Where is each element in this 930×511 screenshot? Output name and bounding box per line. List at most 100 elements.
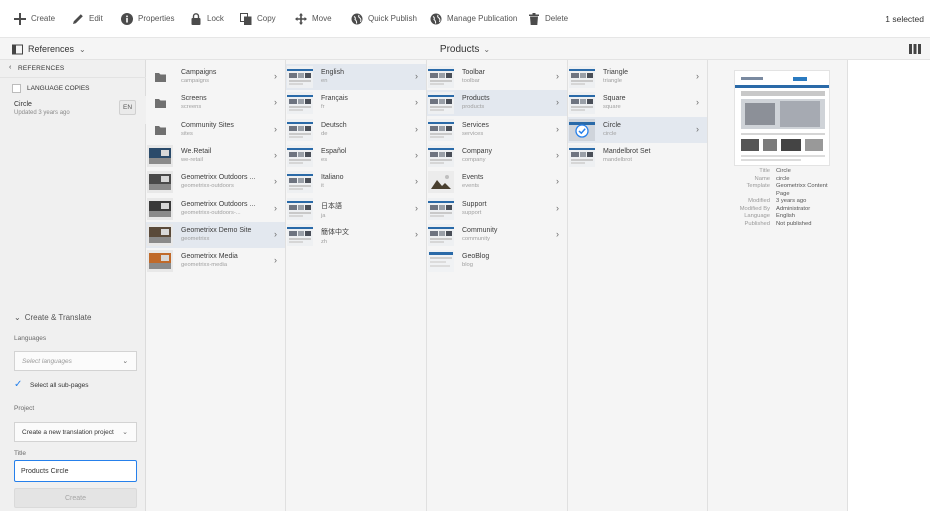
- chevron-right-icon[interactable]: ›: [556, 229, 559, 239]
- language-item[interactable]: Italiano it ›: [286, 169, 426, 195]
- edit-label: Edit: [89, 14, 103, 23]
- site-item[interactable]: Community Sites sites ›: [146, 117, 285, 143]
- quick-publish-button[interactable]: Quick Publish: [351, 0, 417, 38]
- chevron-down-icon: ⌄: [14, 313, 21, 322]
- english-page-item-name: company: [462, 156, 486, 163]
- title-input[interactable]: [14, 460, 137, 482]
- chevron-right-icon[interactable]: ›: [556, 203, 559, 213]
- english-page-item[interactable]: Support support ›: [427, 196, 567, 222]
- references-back-link[interactable]: ‹ REFERENCES: [0, 60, 146, 78]
- chevron-right-icon[interactable]: ›: [274, 255, 277, 265]
- chevron-right-icon[interactable]: ›: [415, 203, 418, 213]
- english-page-item-title: Support: [462, 200, 487, 208]
- english-page-item[interactable]: Company company ›: [427, 143, 567, 169]
- chevron-right-icon[interactable]: ›: [696, 71, 699, 81]
- site-item-title: Geometrixx Demo Site: [181, 226, 252, 234]
- site-item-title: Campaigns: [181, 69, 217, 76]
- chevron-right-icon[interactable]: ›: [556, 97, 559, 107]
- site-item[interactable]: Geometrixx Demo Site geometrixx ›: [146, 221, 285, 248]
- product-item[interactable]: Triangle triangle ›: [568, 64, 707, 90]
- copy-button[interactable]: Copy: [240, 0, 276, 38]
- language-item-title: Italiano: [321, 174, 344, 182]
- languages-label: Languages: [14, 335, 47, 342]
- select-all-subpages-checkbox[interactable]: ✓ Select all sub-pages: [14, 380, 89, 390]
- chevron-right-icon[interactable]: ›: [556, 71, 559, 81]
- edit-button[interactable]: Edit: [72, 0, 103, 38]
- move-icon: [295, 12, 307, 25]
- column-view-icon[interactable]: [908, 42, 922, 56]
- metadata-key: Title: [759, 168, 770, 174]
- metadata-row: Modified By Administrator: [708, 206, 848, 214]
- language-item[interactable]: English en ›: [286, 64, 426, 90]
- language-item[interactable]: Español es ›: [286, 143, 426, 169]
- chevron-right-icon[interactable]: ›: [696, 124, 699, 134]
- english-page-item[interactable]: Services services ›: [427, 117, 567, 143]
- chevron-right-icon[interactable]: ›: [415, 97, 418, 107]
- references-rail: ‹ REFERENCES LANGUAGE COPIES Circle Upda…: [0, 60, 146, 511]
- metadata-key: Language: [744, 213, 770, 219]
- chevron-right-icon[interactable]: ›: [415, 229, 418, 239]
- create-translate-toggle[interactable]: ⌄ Create & Translate: [14, 313, 91, 322]
- chevron-right-icon[interactable]: ›: [556, 176, 559, 186]
- english-page-item[interactable]: Community community ›: [427, 222, 567, 248]
- chevron-right-icon[interactable]: ›: [696, 97, 699, 107]
- chevron-right-icon[interactable]: ›: [274, 97, 277, 107]
- chevron-right-icon[interactable]: ›: [556, 150, 559, 160]
- page-title[interactable]: Products: [440, 44, 479, 55]
- site-item[interactable]: Screens screens ›: [146, 90, 285, 116]
- product-item-text: Triangle triangle: [603, 69, 628, 84]
- chevron-right-icon[interactable]: ›: [415, 124, 418, 134]
- rail-selector[interactable]: References ⌄: [12, 38, 86, 60]
- language-item[interactable]: 簡体中文 zh ›: [286, 222, 426, 248]
- product-item[interactable]: Circle circle ›: [568, 116, 707, 143]
- page-thumbnail-icon: [569, 92, 595, 115]
- site-item[interactable]: We.Retail we-retail ›: [146, 143, 285, 169]
- delete-label: Delete: [545, 14, 569, 23]
- chevron-right-icon[interactable]: ›: [415, 150, 418, 160]
- chevron-right-icon[interactable]: ›: [274, 150, 277, 160]
- language-copies-header[interactable]: LANGUAGE COPIES: [12, 80, 146, 96]
- chevron-right-icon[interactable]: ›: [415, 71, 418, 81]
- manage-publication-button[interactable]: Manage Publication: [430, 0, 517, 38]
- site-item[interactable]: Campaigns campaigns ›: [146, 64, 285, 90]
- language-copies-label: LANGUAGE COPIES: [27, 84, 90, 92]
- product-item[interactable]: Square square ›: [568, 90, 707, 116]
- chevron-right-icon[interactable]: ›: [415, 176, 418, 186]
- chevron-right-icon[interactable]: ›: [274, 71, 277, 81]
- languages-select[interactable]: Select languages ⌄: [14, 351, 137, 371]
- english-page-item-text: Community community: [462, 227, 497, 242]
- product-item-title: Square: [603, 95, 626, 103]
- lock-button[interactable]: Lock: [190, 0, 224, 38]
- delete-button[interactable]: Delete: [528, 0, 568, 38]
- site-item[interactable]: Geometrixx Outdoors ... geometrixx-outdoo…: [146, 196, 285, 222]
- english-page-item-title: Company: [462, 147, 492, 155]
- language-copy-item[interactable]: Circle Updated 3 years ago EN: [0, 96, 146, 124]
- create-button[interactable]: Create: [14, 0, 55, 38]
- create-translation-button[interactable]: Create: [14, 488, 137, 508]
- properties-button[interactable]: Properties: [121, 0, 174, 38]
- quick-publish-label: Quick Publish: [368, 14, 417, 23]
- page-title-chevron-icon[interactable]: ⌄: [483, 45, 490, 54]
- language-item-name: en: [321, 78, 328, 84]
- page-thumbnail-icon: [428, 92, 454, 115]
- chevron-right-icon[interactable]: ›: [274, 229, 277, 239]
- product-item[interactable]: Mandelbrot Set mandelbrot: [568, 143, 707, 169]
- language-item[interactable]: Français fr ›: [286, 90, 426, 116]
- page-thumbnail-icon: [428, 171, 454, 194]
- english-page-item[interactable]: Events events ›: [427, 169, 567, 195]
- english-page-item[interactable]: Toolbar toolbar ›: [427, 64, 567, 90]
- chevron-right-icon[interactable]: ›: [274, 203, 277, 213]
- selection-count[interactable]: 1 selected: [885, 0, 924, 38]
- english-page-item[interactable]: GeoBlog blog: [427, 248, 567, 274]
- english-page-item[interactable]: Products products ›: [427, 90, 567, 117]
- chevron-right-icon[interactable]: ›: [274, 176, 277, 186]
- site-item[interactable]: Geometrixx Media geometrixx-media ›: [146, 248, 285, 274]
- move-button[interactable]: Move: [295, 0, 332, 38]
- chevron-right-icon[interactable]: ›: [556, 124, 559, 134]
- language-copies-checkbox[interactable]: [12, 83, 21, 93]
- language-item[interactable]: 日本語 ja ›: [286, 196, 426, 222]
- project-select[interactable]: Create a new translation project ⌄: [14, 422, 137, 442]
- site-item[interactable]: Geometrixx Outdoors ... geometrixx-outdoo…: [146, 169, 285, 195]
- language-item[interactable]: Deutsch de ›: [286, 117, 426, 143]
- chevron-right-icon[interactable]: ›: [274, 124, 277, 134]
